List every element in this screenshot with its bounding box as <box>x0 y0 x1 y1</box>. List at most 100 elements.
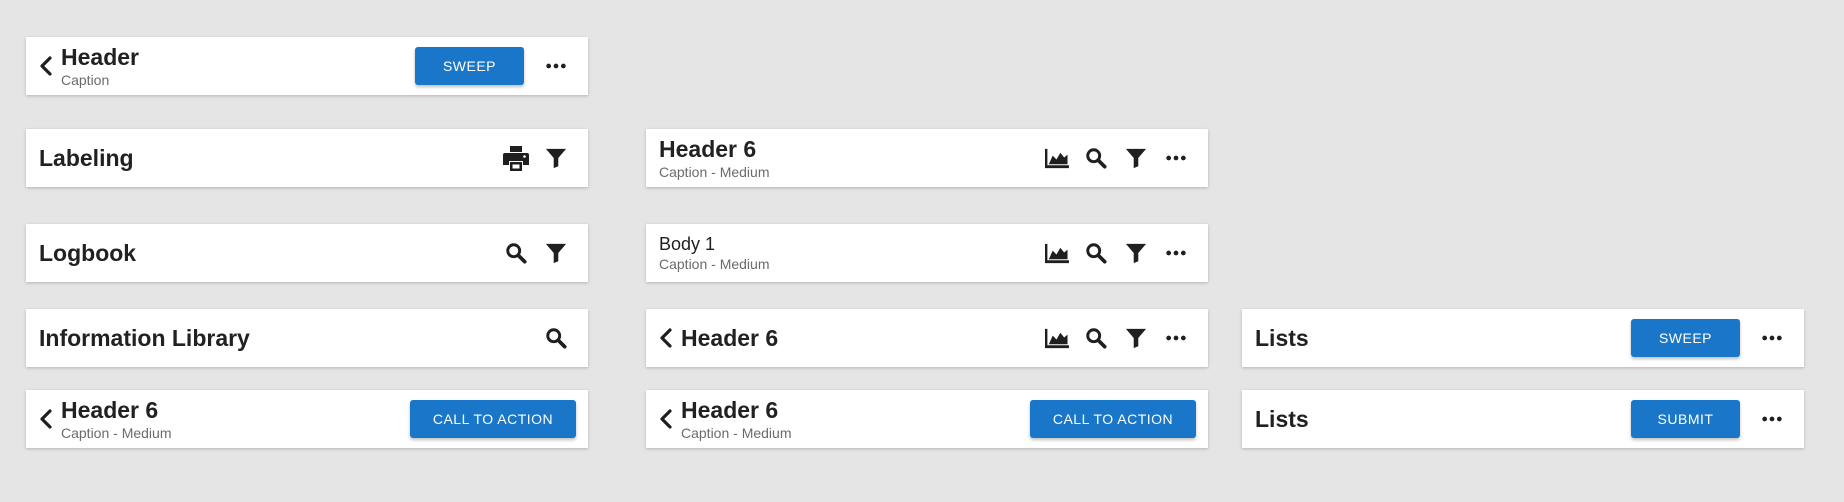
page-title: Header <box>61 44 139 70</box>
print-button[interactable] <box>496 138 536 178</box>
page-title: Lists <box>1255 324 1309 351</box>
chevron-left-icon <box>39 56 53 76</box>
title-group: Information Library <box>39 325 536 352</box>
page-title: Header 6 <box>61 397 159 423</box>
chart-button[interactable] <box>1036 318 1076 358</box>
printer-icon <box>502 144 530 172</box>
actions <box>536 318 576 358</box>
actions <box>1036 138 1196 178</box>
filter-button[interactable] <box>536 138 576 178</box>
title-group: Header 6 Caption - Medium <box>659 136 1036 180</box>
more-button[interactable] <box>1752 399 1792 439</box>
actions: SUBMIT <box>1631 399 1792 439</box>
more-horizontal-icon <box>1761 408 1783 430</box>
actions <box>1036 233 1196 273</box>
call-to-action-button[interactable]: CALL TO ACTION <box>1030 400 1196 438</box>
title-group: Logbook <box>39 240 496 267</box>
call-to-action-button[interactable]: CALL TO ACTION <box>410 400 576 438</box>
more-horizontal-icon <box>1165 147 1187 169</box>
actions: SWEEP <box>1631 318 1792 358</box>
title-group: Header Caption <box>61 44 415 88</box>
actions <box>496 138 576 178</box>
actions <box>496 233 576 273</box>
more-button[interactable] <box>1156 233 1196 273</box>
search-button[interactable] <box>536 318 576 358</box>
sweep-button[interactable]: SWEEP <box>415 47 524 85</box>
filter-icon <box>1125 147 1147 169</box>
chevron-left-icon <box>659 409 673 429</box>
page-caption: Caption - Medium <box>681 425 792 441</box>
area-chart-icon <box>1043 147 1070 170</box>
app-bar-header-6-cta: Header 6 Caption - Medium CALL TO ACTION <box>26 390 588 448</box>
search-button[interactable] <box>1076 318 1116 358</box>
back-button[interactable] <box>659 321 681 355</box>
page-caption: Caption - Medium <box>659 256 770 272</box>
filter-button[interactable] <box>536 233 576 273</box>
app-bar-lists-submit: Lists SUBMIT <box>1242 390 1804 448</box>
back-button[interactable] <box>39 49 61 83</box>
search-button[interactable] <box>1076 138 1116 178</box>
filter-icon <box>545 242 567 264</box>
title-group: Header 6 Caption - Medium <box>61 397 410 441</box>
page-title: Header 6 <box>681 324 779 351</box>
title-group: Lists <box>1255 325 1631 352</box>
title-group: Body 1 Caption - Medium <box>659 234 1036 272</box>
back-button[interactable] <box>659 402 681 436</box>
search-icon <box>1085 147 1107 169</box>
search-icon <box>1085 242 1107 264</box>
page-title: Labeling <box>39 144 134 171</box>
app-bar-labeling: Labeling <box>26 129 588 187</box>
title-group: Lists <box>1255 406 1631 433</box>
page-caption: Caption - Medium <box>61 425 172 441</box>
search-icon <box>545 327 567 349</box>
filter-icon <box>545 147 567 169</box>
more-button[interactable] <box>1156 138 1196 178</box>
more-button[interactable] <box>536 46 576 86</box>
actions: CALL TO ACTION <box>1030 400 1196 438</box>
submit-button[interactable]: SUBMIT <box>1631 400 1740 438</box>
page-caption: Caption - Medium <box>659 164 770 180</box>
more-button[interactable] <box>1156 318 1196 358</box>
more-button[interactable] <box>1752 318 1792 358</box>
app-bar-header-6-cta-2: Header 6 Caption - Medium CALL TO ACTION <box>646 390 1208 448</box>
search-button[interactable] <box>1076 233 1116 273</box>
app-bar-header: Header Caption SWEEP <box>26 37 588 95</box>
actions: CALL TO ACTION <box>410 400 576 438</box>
app-bar-body-1: Body 1 Caption - Medium <box>646 224 1208 282</box>
chart-button[interactable] <box>1036 138 1076 178</box>
chevron-left-icon <box>39 409 53 429</box>
filter-icon <box>1125 242 1147 264</box>
back-button[interactable] <box>39 402 61 436</box>
title-group: Header 6 <box>681 325 1036 352</box>
more-horizontal-icon <box>545 55 567 77</box>
app-bar-logbook: Logbook <box>26 224 588 282</box>
filter-button[interactable] <box>1116 233 1156 273</box>
area-chart-icon <box>1043 242 1070 265</box>
filter-button[interactable] <box>1116 318 1156 358</box>
search-icon <box>1085 327 1107 349</box>
search-icon <box>505 242 527 264</box>
title-group: Labeling <box>39 145 496 172</box>
app-bar-information-library: Information Library <box>26 309 588 367</box>
page-title: Header 6 <box>659 136 757 162</box>
page-title: Information Library <box>39 324 250 351</box>
app-bar-header-6-tools: Header 6 Caption - Medium <box>646 129 1208 187</box>
page-title: Logbook <box>39 239 137 266</box>
more-horizontal-icon <box>1165 242 1187 264</box>
actions <box>1036 318 1196 358</box>
sweep-button[interactable]: SWEEP <box>1631 319 1740 357</box>
page-title: Lists <box>1255 405 1309 432</box>
search-button[interactable] <box>496 233 536 273</box>
filter-icon <box>1125 327 1147 349</box>
chart-button[interactable] <box>1036 233 1076 273</box>
title-group: Header 6 Caption - Medium <box>681 397 1030 441</box>
chevron-left-icon <box>659 328 673 348</box>
area-chart-icon <box>1043 327 1070 350</box>
filter-button[interactable] <box>1116 138 1156 178</box>
more-horizontal-icon <box>1761 327 1783 349</box>
page-title: Body 1 <box>659 234 716 254</box>
app-bar-lists-sweep: Lists SWEEP <box>1242 309 1804 367</box>
page-caption: Caption <box>61 72 110 88</box>
page-title: Header 6 <box>681 397 779 423</box>
more-horizontal-icon <box>1165 327 1187 349</box>
